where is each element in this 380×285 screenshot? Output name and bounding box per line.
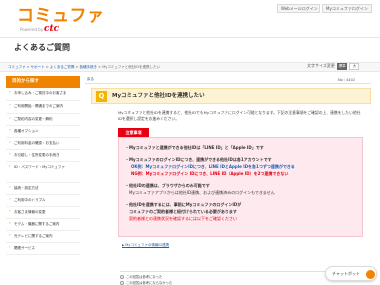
font-size-label: 文字サイズ変更: [307, 63, 335, 68]
sidebar-item-start[interactable]: ご利用開始・開通までのご案内: [6, 101, 80, 114]
commufa-logo[interactable]: コミュファ: [17, 7, 105, 26]
sidebar: 目的から探す お申し込み・ご検討中のお客さま ご利用開始・開通までのご案内 ご契…: [6, 76, 80, 255]
site-header: コミュファ Powered by ctc Webメールログイン Myコミュファロ…: [0, 0, 380, 38]
attention-label: 注意事項: [118, 128, 149, 137]
note-item: コミュファのご契約者様と紐付けられている必要があります: [129, 209, 237, 214]
back-link[interactable]: 戻る: [87, 77, 94, 82]
note-subtext: 契約者様との連携状況を確認するには以下をご確認ください: [129, 216, 237, 221]
logo-powered-by: Powered by: [20, 27, 44, 32]
question-text: Myコミュファと他社IDを連携したい: [112, 93, 205, 99]
attention-box: ・Myコミュファと連携ができる他社IDは「LINE ID」と「Apple ID」…: [118, 137, 363, 237]
faq-number: No : 4402: [338, 78, 356, 82]
header-divider: [0, 37, 380, 38]
question-box: Q Myコミュファと他社IDを連携したい: [91, 88, 371, 104]
radio-button[interactable]: [120, 281, 124, 285]
note-subtext: Myコミュファアプリからは他社ID連携、および連携済みのログインもできません: [129, 190, 275, 195]
feedback-helpful-label: この回答は参考になった: [126, 275, 163, 279]
id-link-info-link[interactable]: Myコミュファの情報ID連携: [122, 243, 169, 248]
note-item: ・Myコミュファと連携ができる他社IDは「LINE ID」と「Apple ID」…: [125, 145, 264, 150]
breadcrumb-current: Myコミュファと他社IDを連携したい: [102, 65, 161, 69]
breadcrumb-item[interactable]: コミュファ: [8, 65, 26, 69]
note-item: ・他社IDを連携するには、事前にMyコミュファのログインIDが: [125, 202, 242, 207]
page-title: よくあるご質問: [14, 43, 70, 52]
question-q-icon: Q: [96, 91, 107, 102]
note-ok-example: OK例：MyコミュファログインIDにつき、LINE IDとApple IDを各1…: [131, 164, 295, 169]
breadcrumb-item[interactable]: 各種手続き: [80, 65, 98, 69]
chatbot-label: チャットボット: [332, 271, 360, 276]
answer-intro: Myコミュファと他社IDを連携すると、他社IDでもMyコミュファにログイン可能と…: [118, 110, 361, 121]
sidebar-item-moving[interactable]: お引越し・住所変更の手続き: [6, 150, 80, 162]
feedback-helpful-option[interactable]: この回答は参考になった: [120, 275, 162, 280]
sidebar-item-customer-info[interactable]: お客さま情報の変更: [6, 207, 80, 219]
sidebar-item-contract-change[interactable]: ご契約内容の変更・解約: [6, 114, 80, 126]
chatbot-button[interactable]: チャットボット: [325, 266, 377, 281]
radio-button[interactable]: [120, 275, 124, 279]
sidebar-item-modem[interactable]: モデム・機器に関するご案内: [6, 219, 80, 231]
chatbot-icon: [366, 270, 375, 279]
breadcrumb-item[interactable]: よくあるご質問: [50, 65, 75, 69]
mypage-login-button[interactable]: Myコミュファログイン: [322, 4, 372, 13]
sidebar-item-options[interactable]: 各種オプション: [6, 126, 80, 138]
sidebar-item-id-password[interactable]: ID・パスワード・Myコミュファ: [6, 162, 80, 183]
note-ng-example: NG例：Myコミュファログイン IDにつき、LINE ID（Apple ID）を…: [131, 171, 289, 176]
faq-topbar: 戻る No : 4402: [85, 76, 371, 84]
sidebar-item-trouble[interactable]: ご利用中のトラブル: [6, 195, 80, 207]
sidebar-item-tv[interactable]: 光テレビに関するご案内: [6, 231, 80, 243]
sidebar-item-connection[interactable]: 接続・設定方法: [6, 183, 80, 195]
font-size-standard-button[interactable]: 標準: [337, 62, 348, 70]
breadcrumb-item[interactable]: サポート: [31, 65, 45, 69]
ctc-logo: ctc: [44, 24, 60, 34]
feedback-not-helpful-label: この回答は参考にならなかった: [126, 281, 173, 285]
web-mail-login-button[interactable]: Webメールログイン: [277, 4, 320, 13]
note-item: ・他社IDの連携は、ブラウザからのみ可能です: [125, 183, 210, 188]
font-size-large-button[interactable]: 大: [349, 62, 360, 70]
breadcrumb: コミュファ > サポート > よくあるご質問 > 各種手続き > Myコミュファ…: [8, 65, 161, 69]
sidebar-header: 目的から探す: [6, 76, 80, 88]
sidebar-item-apply[interactable]: お申し込み・ご検討中のお客さま: [6, 88, 80, 101]
sidebar-item-related[interactable]: 関連サービス: [6, 243, 80, 255]
sidebar-item-billing[interactable]: ご利用料金の確認・お支払い: [6, 138, 80, 150]
feedback-not-helpful-option[interactable]: この回答は参考にならなかった: [120, 281, 172, 285]
note-item: ・MyコミュファのログインIDにつき、連携ができる他社IDは各1アカウントです: [125, 157, 272, 162]
faq-main: 戻る No : 4402 Q Myコミュファと他社IDを連携したい Myコミュフ…: [85, 76, 371, 285]
font-size-control: 文字サイズ変更 標準 大: [307, 61, 360, 71]
